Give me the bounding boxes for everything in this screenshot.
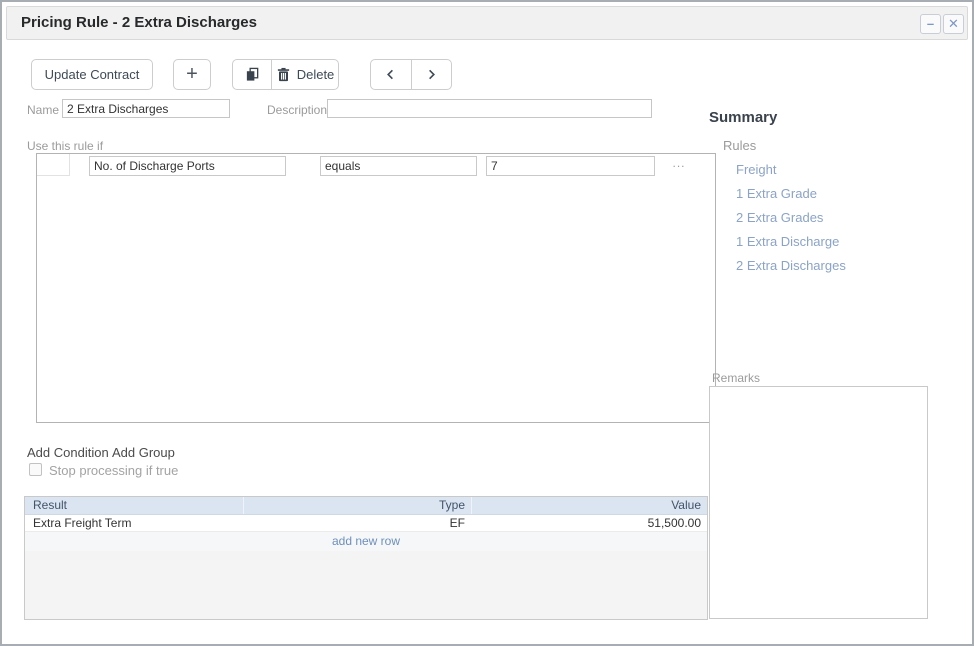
- rule-link-2-extra-discharges[interactable]: 2 Extra Discharges: [736, 258, 846, 273]
- copy-delete-button-group: Delete: [232, 59, 339, 90]
- rules-label: Rules: [723, 138, 756, 153]
- update-contract-label: Update Contract: [45, 67, 140, 82]
- plus-icon: +: [186, 63, 198, 86]
- description-input[interactable]: [327, 99, 652, 118]
- close-button[interactable]: ✕: [943, 14, 964, 34]
- copy-icon: [245, 67, 260, 82]
- pricing-rule-dialog: Pricing Rule - 2 Extra Discharges – ✕ Up…: [0, 0, 974, 646]
- column-header-value: Value: [471, 497, 707, 514]
- add-new-row-link[interactable]: add new row: [25, 532, 707, 551]
- rule-link-2-extra-grades[interactable]: 2 Extra Grades: [736, 210, 823, 225]
- value-cell[interactable]: 51,500.00: [471, 515, 707, 531]
- chevron-left-icon: [383, 67, 398, 82]
- remarks-textarea[interactable]: [709, 386, 928, 619]
- stop-processing-checkbox[interactable]: [29, 463, 42, 476]
- copy-button[interactable]: [233, 60, 271, 89]
- minimize-icon: –: [927, 16, 934, 31]
- condition-row-handle[interactable]: [37, 154, 70, 176]
- update-contract-button[interactable]: Update Contract: [31, 59, 153, 90]
- record-nav-button-group: [370, 59, 452, 90]
- name-input[interactable]: [62, 99, 230, 118]
- rule-link-freight[interactable]: Freight: [736, 162, 776, 177]
- add-rule-button[interactable]: +: [173, 59, 211, 90]
- trash-icon: [276, 67, 291, 82]
- previous-record-button[interactable]: [371, 60, 411, 89]
- close-icon: ✕: [948, 16, 959, 31]
- column-header-result: Result: [25, 497, 243, 514]
- rule-link-1-extra-grade[interactable]: 1 Extra Grade: [736, 186, 817, 201]
- stop-processing-label: Stop processing if true: [49, 463, 178, 478]
- name-label: Name: [27, 103, 59, 117]
- results-table: Result Type Value Extra Freight Term EF …: [24, 496, 708, 620]
- table-row[interactable]: Extra Freight Term EF 51,500.00: [25, 515, 707, 532]
- condition-more-button[interactable]: ...: [663, 156, 695, 174]
- condition-panel: ...: [36, 153, 716, 423]
- chevron-right-icon: [424, 67, 439, 82]
- page-title: Pricing Rule - 2 Extra Discharges: [7, 7, 967, 39]
- column-header-type: Type: [243, 497, 471, 514]
- result-cell[interactable]: Extra Freight Term: [25, 515, 243, 531]
- rule-link-1-extra-discharge[interactable]: 1 Extra Discharge: [736, 234, 839, 249]
- add-group-link[interactable]: Add Group: [112, 445, 175, 460]
- condition-value-input[interactable]: [486, 156, 655, 176]
- next-record-button[interactable]: [411, 60, 451, 89]
- description-label: Description: [267, 103, 327, 117]
- delete-label: Delete: [297, 67, 335, 82]
- use-this-rule-if-label: Use this rule if: [27, 139, 103, 153]
- type-cell[interactable]: EF: [243, 515, 471, 531]
- delete-button[interactable]: Delete: [271, 60, 338, 89]
- title-bar: Pricing Rule - 2 Extra Discharges – ✕: [6, 6, 968, 40]
- condition-operator-input[interactable]: [320, 156, 477, 176]
- remarks-label: Remarks: [712, 371, 760, 385]
- condition-field-input[interactable]: [89, 156, 286, 176]
- summary-heading: Summary: [709, 109, 777, 126]
- minimize-button[interactable]: –: [920, 14, 941, 34]
- results-header-row: Result Type Value: [25, 497, 707, 515]
- add-condition-link[interactable]: Add Condition: [27, 445, 109, 460]
